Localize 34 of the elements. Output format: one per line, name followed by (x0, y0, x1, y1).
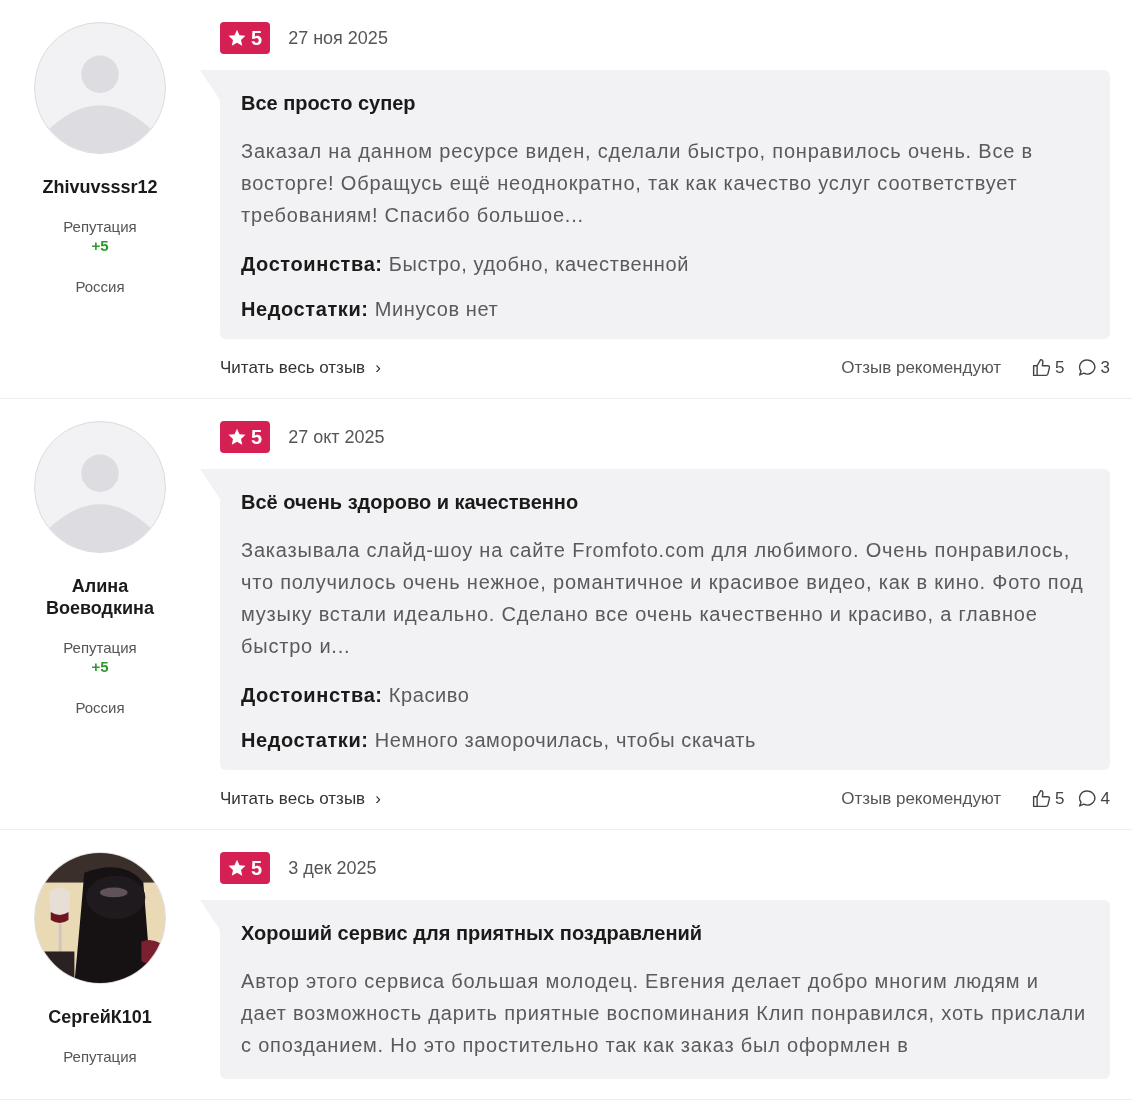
reputation-value: +5 (91, 237, 109, 254)
review-title: Всё очень здорово и качественно (241, 491, 580, 514)
comments-button[interactable]: 3 (1076, 357, 1110, 378)
rating-badge: 5 (220, 22, 271, 54)
author-name[interactable]: Алина Воеводкина (35, 575, 165, 619)
like-button[interactable]: 5 (1031, 788, 1065, 809)
author-name[interactable]: Zhivuvsssr12 (35, 176, 165, 198)
recommend-label: Отзыв рекомендуют (841, 788, 1002, 809)
country: Россия (75, 278, 125, 295)
pros-text: Достоинства: Быстро, удобно, качественной (241, 253, 690, 276)
review-date: 27 ноя 2025 (288, 27, 388, 49)
cons-text: Недостатки: Минусов нет (241, 298, 500, 321)
rating-badge: 5 (220, 421, 271, 453)
reputation-label: Репутация (63, 639, 137, 656)
reputation-value: +5 (91, 658, 109, 675)
reputation-label: Репутация (63, 218, 137, 235)
rating-badge: 5 (220, 852, 271, 884)
reputation-label: Репутация (63, 1048, 137, 1065)
review-title: Хороший сервис для приятных поздравлений (241, 922, 704, 945)
author-name[interactable]: СергейК101 (35, 1006, 165, 1028)
recommend-label: Отзыв рекомендуют (841, 357, 1002, 378)
read-full-review-link[interactable]: Читать весь отзыв › (220, 357, 381, 378)
review-text: Заказал на данном ресурсе виден, сделали быстро, понравилось очень. Все в восторге! Обращусь ещё неоднократно, так как качество услуг соответствует требованиям! Спасибо большое... (241, 139, 1034, 228)
comments-button[interactable]: 4 (1076, 788, 1110, 809)
read-full-review-link[interactable]: Читать весь отзыв › (220, 788, 381, 809)
like-button[interactable]: 5 (1031, 357, 1065, 378)
review-date: 3 дек 2025 (288, 857, 377, 879)
cons-text: Недостатки: Немного заморочилась, чтобы скачать (241, 729, 758, 752)
pros-text: Достоинства: Красиво (241, 684, 471, 707)
review-title: Все просто супер (241, 92, 417, 115)
review-date: 27 окт 2025 (288, 426, 385, 448)
review-text: Автор этого сервиса большая молодец. Евгения делает добро многим людям и дает возможность дарить приятные воспоминания Клип понравился, хоть прислали с опозданием. Но это простительно так как заказ был оформлен в (241, 969, 1088, 1058)
country: Россия (75, 699, 125, 716)
review-text: Заказывала слайд-шоу на сайте Fromfoto.com для любимого. Очень понравилось, что получилось очень нежное, романтичное и красивое видео, как в кино. Фото под музыку встали идеально. Сделано все очень качественно и красиво, а главное быстро и... (241, 538, 1085, 659)
